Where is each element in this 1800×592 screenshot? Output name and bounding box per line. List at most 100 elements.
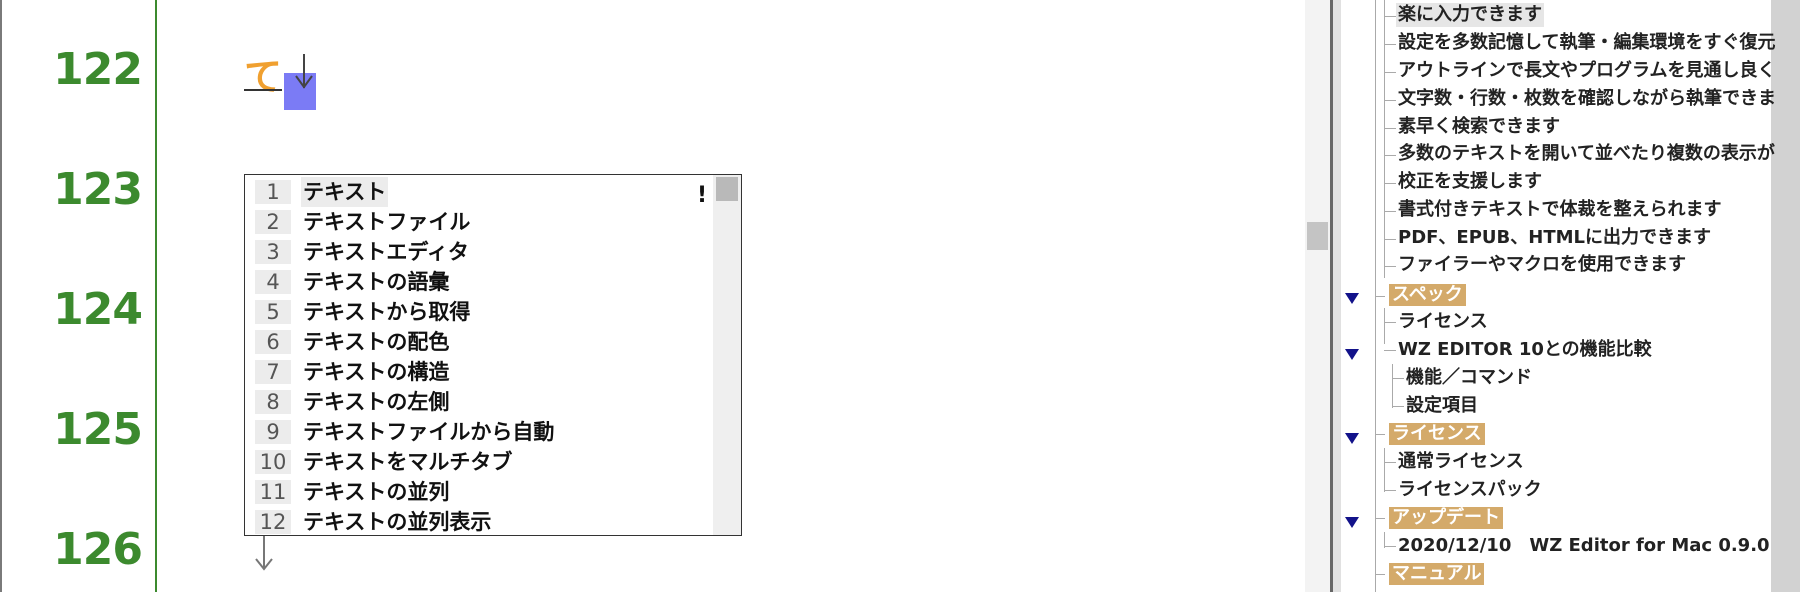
editor-vertical-scrollbar[interactable] bbox=[1305, 0, 1330, 592]
outline-item[interactable]: 設定を多数記憶して執筆・編集環境をすぐ復元 bbox=[1398, 31, 1775, 55]
candidate-text: テキストの構造 bbox=[303, 360, 450, 384]
line-number-125: 125 bbox=[53, 404, 143, 455]
tree-connector bbox=[1384, 462, 1396, 463]
outline-item[interactable]: 設定項目 bbox=[1406, 394, 1478, 418]
ime-candidate-window[interactable]: 1 テキスト ! 2 テキストファイル 3 テキストエディタ 4 テキストの語彙… bbox=[244, 174, 742, 536]
tree-connector bbox=[1384, 100, 1396, 101]
tree-connector bbox=[1384, 155, 1396, 156]
candidate-item[interactable]: 11 テキストの並列 bbox=[245, 477, 715, 507]
candidate-text: テキストの配色 bbox=[303, 330, 450, 354]
candidate-index: 1 bbox=[255, 180, 291, 204]
outline-item[interactable]: 素早く検索できます bbox=[1398, 115, 1560, 139]
candidate-text: テキストエディタ bbox=[303, 240, 469, 264]
tree-connector bbox=[1384, 183, 1396, 184]
tree-connector bbox=[1375, 296, 1385, 297]
outline-item[interactable]: WZ EDITOR 10との機能比較 bbox=[1398, 338, 1652, 362]
outline-item[interactable]: 2020/12/10 WZ Editor for Mac 0.9.0 bbox=[1398, 534, 1770, 558]
candidate-index: 11 bbox=[255, 480, 291, 504]
candidate-index: 4 bbox=[255, 270, 291, 294]
outline-item[interactable]: 機能／コマンド bbox=[1406, 366, 1532, 390]
tree-connector bbox=[1384, 350, 1396, 351]
candidate-text: テキストファイル bbox=[303, 210, 471, 234]
collapse-triangle-icon[interactable] bbox=[1345, 517, 1359, 528]
candidate-scrollbar-thumb[interactable] bbox=[716, 177, 738, 201]
tree-connector bbox=[1384, 128, 1396, 129]
candidate-index: 12 bbox=[255, 510, 291, 534]
line-number-126: 126 bbox=[53, 524, 143, 575]
candidate-index: 5 bbox=[255, 300, 291, 324]
ime-composing-underline bbox=[244, 89, 282, 91]
line-end-down-arrow-icon bbox=[255, 534, 273, 571]
editor-scrollbar-thumb[interactable] bbox=[1307, 222, 1328, 250]
candidate-item[interactable]: 1 テキスト bbox=[245, 177, 715, 207]
tree-connector bbox=[1384, 44, 1396, 45]
outline-item[interactable]: ライセンス bbox=[1398, 310, 1488, 334]
candidate-text: テキストから取得 bbox=[303, 300, 471, 324]
tree-connector bbox=[1384, 322, 1396, 323]
tree-guide-line bbox=[1384, 448, 1385, 492]
candidate-item[interactable]: 3 テキストエディタ bbox=[245, 237, 715, 267]
tree-connector bbox=[1384, 490, 1396, 491]
collapse-triangle-icon[interactable] bbox=[1345, 433, 1359, 444]
outline-item[interactable]: ファイラーやマクロを使用できます bbox=[1398, 253, 1686, 277]
outline-item[interactable]: 文字数・行数・枚数を確認しながら執筆できま bbox=[1398, 87, 1776, 111]
tree-connector bbox=[1392, 406, 1404, 407]
outline-category-update[interactable]: アップデート bbox=[1389, 507, 1503, 529]
outline-item[interactable]: 通常ライセンス bbox=[1398, 450, 1524, 474]
candidate-item[interactable]: 4 テキストの語彙 bbox=[245, 267, 715, 297]
candidate-index: 10 bbox=[255, 450, 291, 474]
candidate-item[interactable]: 8 テキストの左側 bbox=[245, 387, 715, 417]
candidate-item[interactable]: 2 テキストファイル bbox=[245, 207, 715, 237]
outline-item[interactable]: PDF、EPUB、HTMLに出力できます bbox=[1398, 226, 1711, 250]
candidate-text: テキスト bbox=[301, 177, 389, 207]
outline-item[interactable]: アウトラインで長文やプログラムを見通し良く bbox=[1398, 59, 1775, 83]
outline-item[interactable]: ライセンスパック bbox=[1398, 478, 1542, 502]
candidate-item[interactable]: 5 テキストから取得 bbox=[245, 297, 715, 327]
outline-item[interactable]: 書式付きテキストで体裁を整えられます bbox=[1398, 198, 1721, 222]
candidate-item[interactable]: 12 テキストの並列表示 bbox=[245, 507, 715, 535]
candidate-item[interactable]: 7 テキストの構造 bbox=[245, 357, 715, 387]
pane-splitter-edge bbox=[1333, 0, 1341, 592]
outline-category-manual[interactable]: マニュアル bbox=[1389, 563, 1485, 585]
candidate-scrollbar[interactable] bbox=[713, 175, 741, 535]
collapse-triangle-icon[interactable] bbox=[1345, 293, 1359, 304]
caret-arrowhead-icon bbox=[295, 75, 313, 89]
candidate-item[interactable]: 9 テキストファイルから自動 bbox=[245, 417, 715, 447]
tree-connector bbox=[1375, 434, 1385, 435]
tree-guide-line bbox=[1392, 364, 1393, 408]
candidate-item[interactable]: 10 テキストをマルチタブ bbox=[245, 447, 715, 477]
outline-category-spec[interactable]: スペック bbox=[1389, 284, 1466, 306]
outline-category-license[interactable]: ライセンス bbox=[1389, 423, 1485, 445]
tree-connector bbox=[1392, 378, 1404, 379]
candidate-item[interactable]: 6 テキストの配色 bbox=[245, 327, 715, 357]
tree-connector bbox=[1384, 72, 1396, 73]
candidate-index: 8 bbox=[255, 390, 291, 414]
line-number-122: 122 bbox=[53, 44, 143, 95]
tree-guide-line bbox=[1384, 308, 1385, 344]
tree-connector bbox=[1384, 16, 1396, 17]
tree-guide-line bbox=[1384, 0, 1385, 278]
candidate-annotation-mark: ! bbox=[697, 183, 708, 208]
outline-item[interactable]: 校正を支援します bbox=[1398, 170, 1542, 194]
candidate-index: 9 bbox=[255, 420, 291, 444]
outline-item[interactable]: 楽に入力できます bbox=[1396, 3, 1544, 27]
tree-connector bbox=[1384, 546, 1396, 547]
candidate-text: テキストファイルから自動 bbox=[303, 420, 555, 444]
tree-connector bbox=[1384, 211, 1396, 212]
candidate-text: テキストの並列表示 bbox=[303, 510, 492, 534]
tree-connector bbox=[1375, 518, 1385, 519]
tree-connector bbox=[1384, 266, 1396, 267]
candidate-index: 3 bbox=[255, 240, 291, 264]
candidate-index: 2 bbox=[255, 210, 291, 234]
collapse-triangle-icon[interactable] bbox=[1345, 349, 1359, 360]
candidate-text: テキストの語彙 bbox=[303, 270, 450, 294]
candidate-index: 7 bbox=[255, 360, 291, 384]
candidate-text: テキストの左側 bbox=[303, 390, 450, 414]
tree-connector bbox=[1375, 574, 1385, 575]
candidate-text: テキストの並列 bbox=[303, 480, 450, 504]
ime-composing-text: て bbox=[244, 55, 283, 99]
line-number-123: 123 bbox=[53, 164, 143, 215]
tree-connector bbox=[1384, 239, 1396, 240]
candidate-index: 6 bbox=[255, 330, 291, 354]
outline-item[interactable]: 多数のテキストを開いて並べたり複数の表示が bbox=[1398, 142, 1775, 166]
